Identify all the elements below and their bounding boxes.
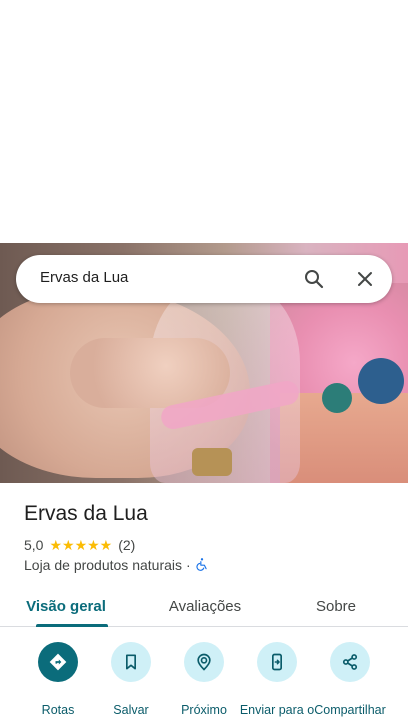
category-separator: · bbox=[186, 557, 191, 573]
tab-overview[interactable]: Visão geral bbox=[24, 585, 108, 627]
tab-selected-indicator bbox=[36, 624, 108, 627]
review-count: (2) bbox=[118, 537, 136, 553]
nearby-icon bbox=[184, 642, 224, 682]
share-icon bbox=[330, 642, 370, 682]
close-icon[interactable] bbox=[353, 267, 377, 291]
place-title: Ervas da Lua bbox=[24, 502, 148, 525]
search-query[interactable]: Ervas da Lua bbox=[40, 269, 128, 286]
search-icon[interactable] bbox=[302, 267, 326, 291]
search-bar[interactable]: Ervas da Lua bbox=[16, 255, 392, 303]
rating-stars-icon: ★★★★★ bbox=[49, 536, 113, 553]
category-row: Loja de produtos naturais · bbox=[24, 556, 209, 574]
bookmark-icon bbox=[111, 642, 151, 682]
place-tabs: Visão geral Avaliações Sobre bbox=[0, 585, 408, 627]
photo-candy-blue bbox=[358, 358, 404, 404]
photo-gold-item bbox=[192, 448, 232, 476]
wheelchair-icon bbox=[195, 557, 209, 574]
map-area-blank bbox=[0, 0, 408, 243]
rating-row[interactable]: 5,0 ★★★★★ (2) bbox=[24, 536, 135, 554]
send-to-phone-icon bbox=[257, 642, 297, 682]
share-button[interactable]: Compartilhar bbox=[310, 642, 390, 726]
directions-icon bbox=[38, 642, 78, 682]
photo-candy-green bbox=[322, 383, 352, 413]
action-bar: Rotas Salvar Próximo Enviar para o Compa… bbox=[0, 628, 408, 726]
place-category: Loja de produtos naturais bbox=[24, 557, 182, 573]
tab-about[interactable]: Sobre bbox=[306, 585, 366, 627]
tab-reviews[interactable]: Avaliações bbox=[160, 585, 250, 627]
share-label: Compartilhar bbox=[314, 703, 386, 717]
rating-value: 5,0 bbox=[24, 537, 44, 553]
